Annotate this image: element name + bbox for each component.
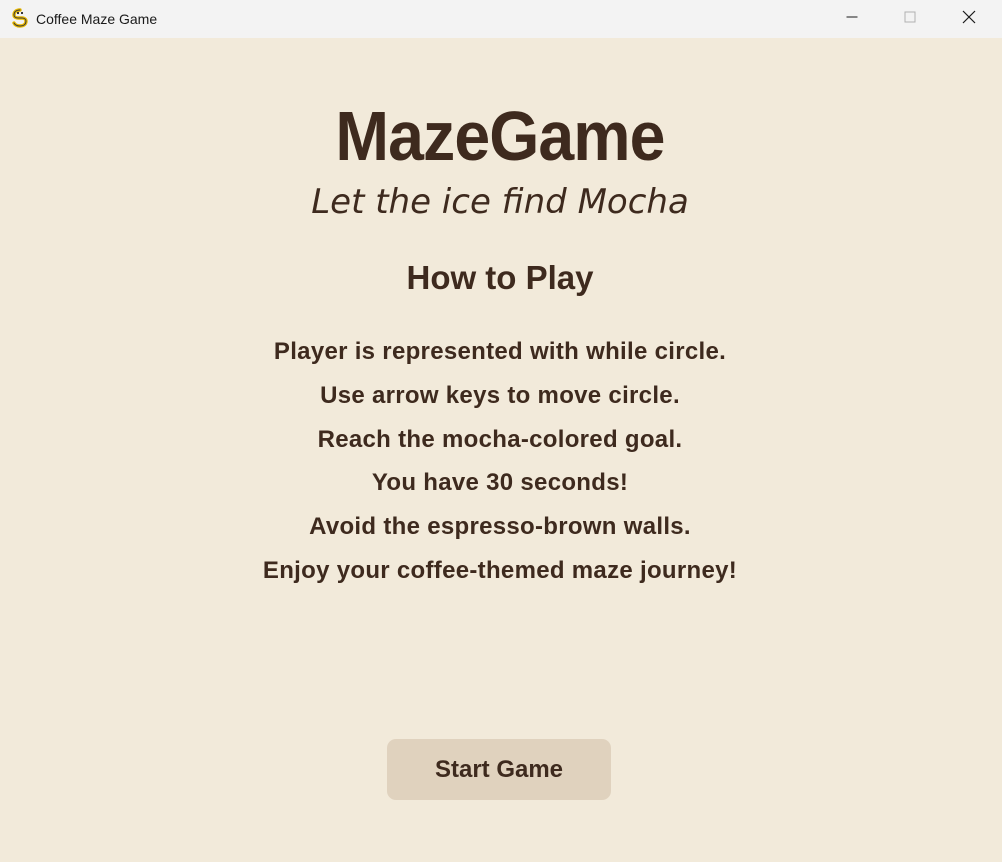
window-title: Coffee Maze Game [36,11,158,27]
close-icon [962,10,976,29]
maximize-button[interactable] [881,0,939,38]
instruction-item: You have 30 seconds! [371,469,629,497]
game-canvas: MazeGame Let the ice find Mocha How to P… [0,38,1002,862]
pygame-snake-icon [10,8,30,28]
title-bar[interactable]: Coffee Maze Game [0,0,1002,38]
minimize-icon [846,10,858,28]
game-title: MazeGame [335,97,665,175]
instruction-item: Reach the mocha-colored goal. [317,425,683,453]
how-to-play-heading: How to Play [406,259,594,296]
start-game-button[interactable]: Start Game [387,739,611,800]
instruction-item: Use arrow keys to move circle. [320,381,680,409]
instruction-item: Enjoy your coffee-themed maze journey! [262,556,738,584]
minimize-button[interactable] [823,0,881,38]
game-tagline: Let the ice find Mocha [311,182,689,222]
close-button[interactable] [940,0,998,38]
instructions-list: Player is represented with while circle.… [0,330,1000,593]
maximize-icon [904,10,916,28]
game-window: Coffee Maze Game MazeGame Let the ice fi… [0,0,1002,862]
instruction-item: Player is represented with while circle. [273,338,727,365]
instruction-item: Avoid the espresso-brown walls. [309,513,691,541]
